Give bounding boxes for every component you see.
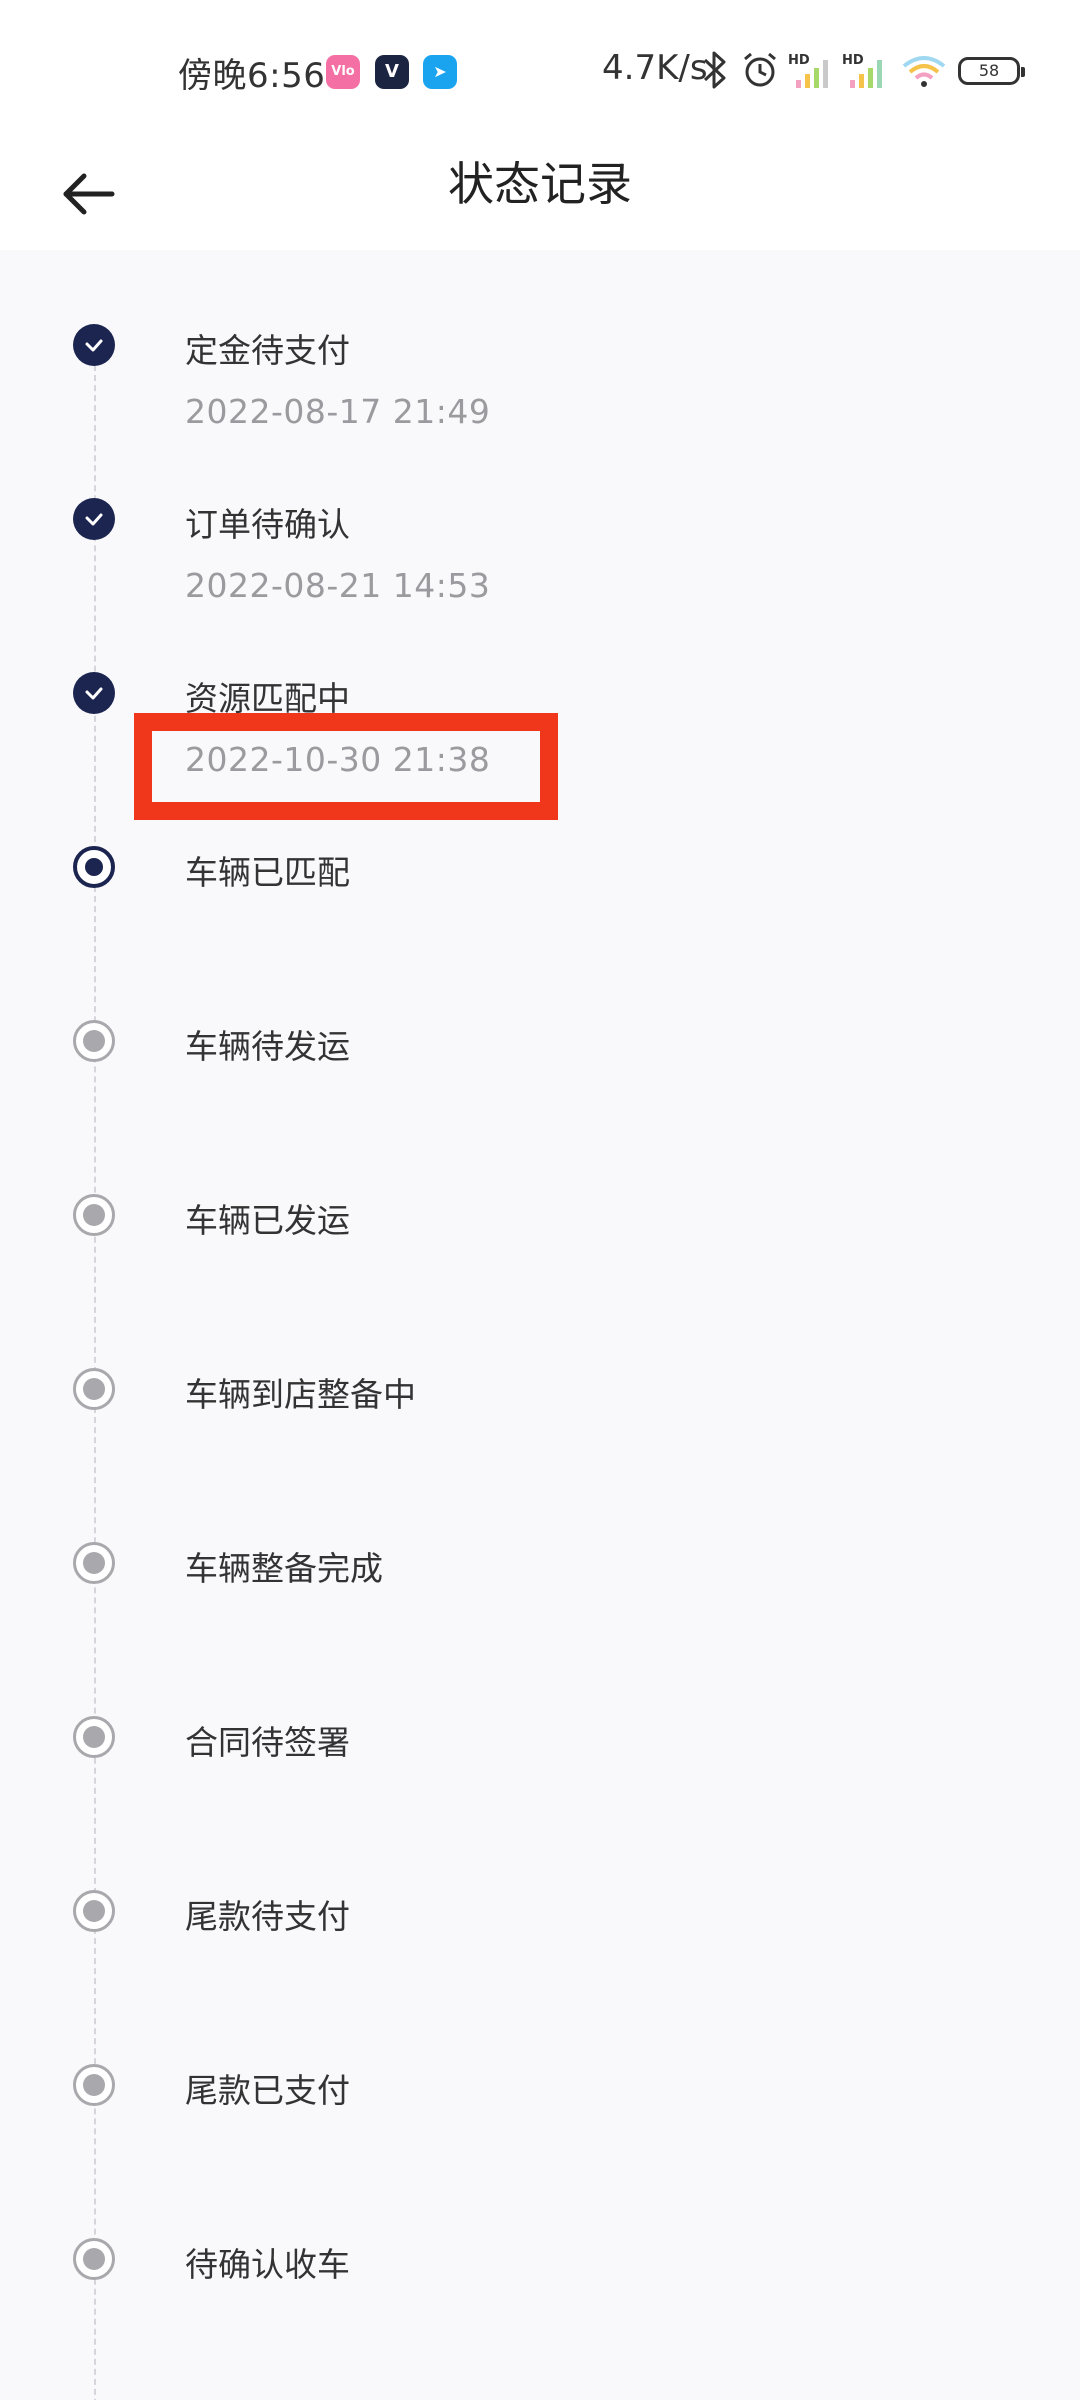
timeline-item: 合同待签署	[0, 1696, 1080, 1870]
timeline-item: 车辆待发运	[0, 1000, 1080, 1174]
timeline-item-label: 待确认收车	[185, 2245, 350, 2284]
svg-text:HD: HD	[788, 53, 810, 68]
check-circle-icon	[73, 672, 115, 714]
status-timeline: 定金待支付 2022-08-17 21:49 订单待确认 2022-08-21 14:…	[0, 250, 1080, 2400]
v-app-icon: V	[375, 55, 409, 89]
signal-hd-1-icon: HD	[788, 53, 828, 88]
timeline-item: 车辆整备完成	[0, 1522, 1080, 1696]
vivo-app-icon: Vlo	[326, 55, 360, 89]
timeline-item-label: 车辆待发运	[185, 1027, 350, 1066]
alarm-icon	[744, 52, 776, 87]
bird-app-icon: ➤	[423, 55, 457, 89]
pending-step-icon	[73, 1368, 115, 1410]
timeline-item: 尾款已支付	[0, 2044, 1080, 2218]
timeline-item: 尾款待支付	[0, 1870, 1080, 2044]
page-title: 状态记录	[448, 157, 632, 211]
signal-hd-2-icon: HD	[842, 53, 882, 88]
timeline-item-label: 车辆已发运	[185, 1201, 350, 1240]
pending-step-icon	[73, 1194, 115, 1236]
timeline-item: 车辆到店整备中	[0, 1348, 1080, 1522]
pending-step-icon	[73, 2238, 115, 2280]
current-step-icon	[73, 846, 115, 888]
battery-icon: 58	[958, 57, 1025, 85]
timeline-item-label: 尾款待支付	[185, 1897, 350, 1936]
timeline-item-label: 尾款已支付	[185, 2071, 350, 2110]
check-circle-icon	[73, 498, 115, 540]
pending-step-icon	[73, 2064, 115, 2106]
highlight-annotation-box	[134, 713, 558, 820]
timeline-item-label: 车辆到店整备中	[185, 1375, 416, 1414]
status-bar: 傍晚6:56 Vlo V ➤ 4.7K/s HD HD 58	[0, 0, 1080, 140]
bluetooth-icon	[703, 51, 726, 89]
svg-text:HD: HD	[842, 53, 864, 68]
timeline-item-label: 合同待签署	[185, 1723, 350, 1762]
pending-step-icon	[73, 1542, 115, 1584]
timeline-item-label: 车辆已匹配	[185, 853, 350, 892]
wifi-icon	[902, 56, 946, 87]
timeline-item: 待确认收车	[0, 2218, 1080, 2392]
pending-step-icon	[73, 1716, 115, 1758]
timeline-item: 车辆已发运	[0, 1174, 1080, 1348]
timeline-item: 定金待支付 2022-08-17 21:49	[0, 304, 1080, 478]
timeline-item-label: 订单待确认	[185, 505, 350, 544]
timeline-item-time: 2022-08-21 14:53	[185, 566, 491, 605]
status-time: 傍晚6:56	[178, 56, 326, 96]
timeline-item-time: 2022-08-17 21:49	[185, 392, 491, 431]
pending-step-icon	[73, 1890, 115, 1932]
timeline-item: 订单待确认 2022-08-21 14:53	[0, 478, 1080, 652]
timeline-item: 车辆已匹配	[0, 826, 1080, 1000]
timeline-item-label: 车辆整备完成	[185, 1549, 383, 1588]
network-speed: 4.7K/s	[602, 48, 708, 88]
pending-step-icon	[73, 1020, 115, 1062]
check-circle-icon	[73, 324, 115, 366]
timeline-item-label: 定金待支付	[185, 331, 350, 370]
